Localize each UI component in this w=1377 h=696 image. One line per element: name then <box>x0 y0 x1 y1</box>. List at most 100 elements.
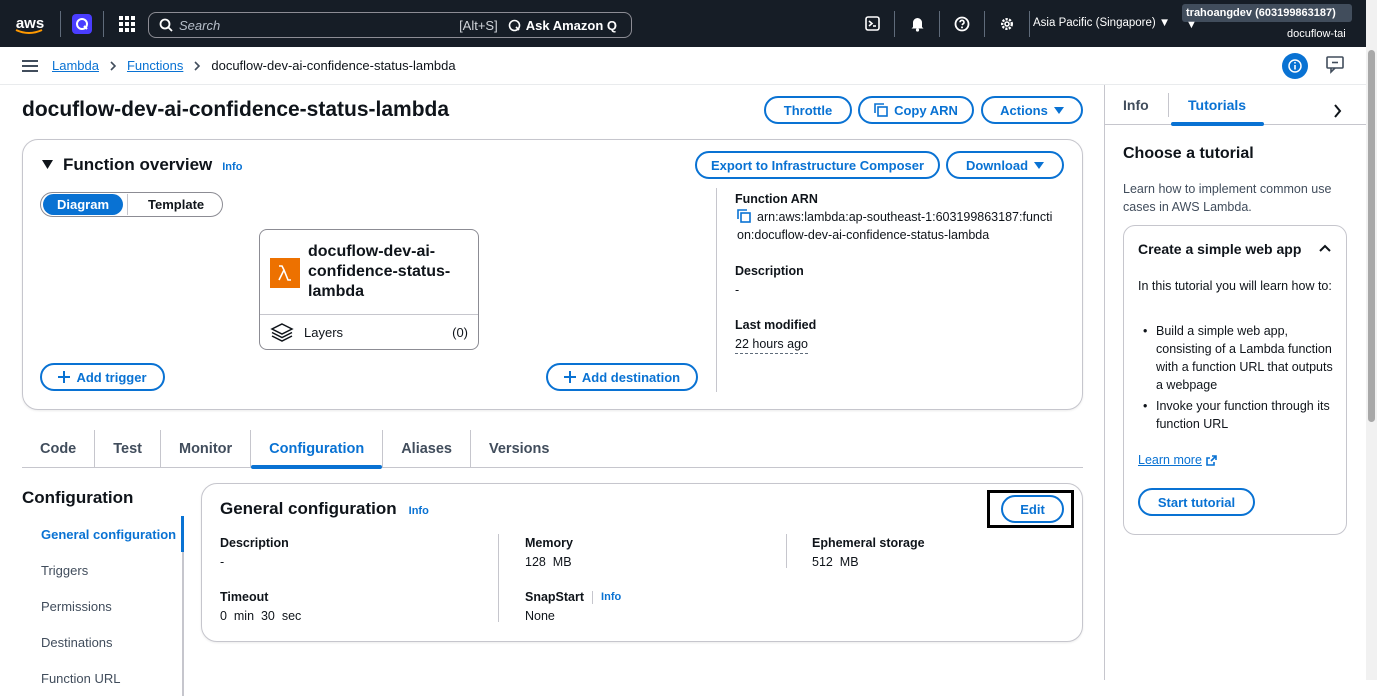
general-configuration-title: General configuration Info <box>220 499 429 518</box>
caret-down-icon <box>1034 161 1045 169</box>
nav-destinations[interactable]: Destinations <box>22 624 184 660</box>
configuration-nav: General configuration Triggers Permissio… <box>22 516 184 696</box>
tab-aliases[interactable]: Aliases <box>383 429 471 468</box>
chevron-up-icon[interactable] <box>1319 244 1331 253</box>
info-link[interactable]: Info <box>601 591 621 603</box>
lambda-icon <box>270 258 300 288</box>
caret-down-icon <box>1053 106 1064 114</box>
tutorial-body: In this tutorial you will learn how to: <box>1138 279 1332 293</box>
copy-icon[interactable] <box>737 209 751 223</box>
feedback-icon[interactable] <box>1326 56 1344 74</box>
copy-arn-button[interactable]: Copy ARN <box>858 96 974 124</box>
search-icon <box>159 18 173 32</box>
active-tab-indicator <box>1171 122 1264 126</box>
function-arn-value: arn:aws:lambda:ap-southeast-1:6031998631… <box>737 209 1053 242</box>
nav-divider <box>60 10 61 37</box>
function-node-name: docuflow-dev-ai-confidence-status-lambda <box>308 243 451 300</box>
chevron-right-icon <box>110 60 117 71</box>
last-modified-value: 22 hours ago <box>735 335 808 354</box>
breadcrumb-current: docuflow-dev-ai-confidence-status-lambda <box>211 58 456 73</box>
download-button[interactable]: Download <box>946 151 1064 179</box>
search-input[interactable]: Search [Alt+S] Ask Amazon Q <box>148 12 632 38</box>
layers-label: Layers <box>304 324 344 340</box>
list-item: Invoke your function through its functio… <box>1138 397 1333 433</box>
list-item: Build a simple web app, consisting of a … <box>1138 322 1333 394</box>
learn-more-link[interactable]: Learn more <box>1138 453 1217 467</box>
cloudshell-icon[interactable] <box>850 0 894 47</box>
tutorial-bullets: Build a simple web app, consisting of a … <box>1138 322 1333 436</box>
layers-row[interactable]: Layers (0) <box>260 315 478 349</box>
account-alias: docuflow-tai <box>1287 28 1346 40</box>
export-composer-button[interactable]: Export to Infrastructure Composer <box>695 151 940 179</box>
tutorial-title[interactable]: Create a simple web app <box>1138 241 1301 257</box>
scrollbar-thumb[interactable] <box>1368 50 1375 422</box>
nav-permissions[interactable]: Permissions <box>22 588 184 624</box>
function-diagram-node[interactable]: docuflow-dev-ai-confidence-status-lambda… <box>259 229 479 350</box>
help-icon[interactable] <box>940 0 984 47</box>
snapstart-value: None <box>525 609 555 623</box>
start-tutorial-button[interactable]: Start tutorial <box>1138 488 1255 516</box>
tutorial-intro: Learn how to implement common use cases … <box>1123 182 1332 214</box>
page-title: docuflow-dev-ai-confidence-status-lambda <box>22 98 450 121</box>
gc-description-label: Description <box>220 536 289 550</box>
ephemeral-storage-label: Ephemeral storage <box>812 536 925 550</box>
side-tab-tutorials[interactable]: Tutorials <box>1188 97 1246 113</box>
layers-count: (0) <box>452 324 468 340</box>
tab-monitor[interactable]: Monitor <box>161 429 252 468</box>
tab-code[interactable]: Code <box>22 429 96 468</box>
segment-diagram[interactable]: Diagram <box>43 194 124 215</box>
description-label: Description <box>735 264 804 278</box>
plus-icon <box>58 371 71 383</box>
side-tab-info[interactable]: Info <box>1123 97 1149 113</box>
column-divider <box>498 534 499 622</box>
menu-icon[interactable] <box>22 59 38 72</box>
chevron-right-icon[interactable] <box>1333 104 1342 118</box>
timeout-label: Timeout <box>220 590 269 604</box>
bell-icon[interactable] <box>895 0 939 47</box>
throttle-button[interactable]: Throttle <box>764 96 852 124</box>
tutorial-heading: Choose a tutorial <box>1123 145 1254 162</box>
region-selector[interactable]: Asia Pacific (Singapore) ▼ <box>1033 17 1170 29</box>
chevron-right-icon <box>194 60 201 71</box>
info-link[interactable]: Info <box>409 505 429 517</box>
highlight-box <box>987 490 1074 528</box>
actions-button[interactable]: Actions <box>981 96 1083 124</box>
info-panel-icon[interactable] <box>1282 53 1308 79</box>
search-hotkey: [Alt+S] <box>459 17 498 33</box>
tab-test[interactable]: Test <box>95 429 161 468</box>
breadcrumb-functions[interactable]: Functions <box>127 58 183 73</box>
tab-configuration[interactable]: Configuration <box>251 429 384 469</box>
account-menu[interactable]: trahoangdev (603199863187) ▼ <box>1182 4 1352 31</box>
column-divider <box>786 534 787 568</box>
breadcrumb: Lambda Functions docuflow-dev-ai-confide… <box>52 58 456 73</box>
aws-logo[interactable]: aws <box>8 0 52 47</box>
divider <box>592 590 594 604</box>
nav-function-url[interactable]: Function URL <box>22 660 184 696</box>
plus-icon <box>563 371 576 383</box>
tab-divider <box>1168 93 1169 117</box>
layers-icon <box>270 323 294 342</box>
function-tabs: Code Test Monitor Configuration Aliases … <box>22 429 1083 469</box>
ask-amazon-q-button[interactable]: Ask Amazon Q <box>508 18 617 33</box>
nav-triggers[interactable]: Triggers <box>22 552 184 588</box>
services-grid-icon[interactable] <box>110 0 144 47</box>
nav-divider <box>103 10 104 37</box>
caret-down-icon <box>42 160 53 169</box>
description-value: - <box>735 283 740 297</box>
breadcrumb-lambda[interactable]: Lambda <box>52 58 99 73</box>
nav-icons <box>850 0 1030 47</box>
gear-icon[interactable] <box>985 0 1029 47</box>
function-overview-title[interactable]: Function overview Info <box>42 155 242 175</box>
add-trigger-button[interactable]: Add trigger <box>40 363 165 391</box>
add-destination-button[interactable]: Add destination <box>546 363 698 391</box>
last-modified-label: Last modified <box>735 318 817 332</box>
view-segmented-control: Diagram Template <box>40 192 223 217</box>
info-link[interactable]: Info <box>222 161 242 173</box>
segment-template[interactable]: Template <box>127 194 224 215</box>
overview-divider <box>716 188 717 392</box>
nav-general-configuration[interactable]: General configuration <box>22 516 184 552</box>
q-logo-icon[interactable] <box>65 0 99 47</box>
tab-versions[interactable]: Versions <box>471 430 567 468</box>
gc-description-value: - <box>220 555 225 569</box>
breadcrumb-bar: Lambda Functions docuflow-dev-ai-confide… <box>0 47 1366 85</box>
